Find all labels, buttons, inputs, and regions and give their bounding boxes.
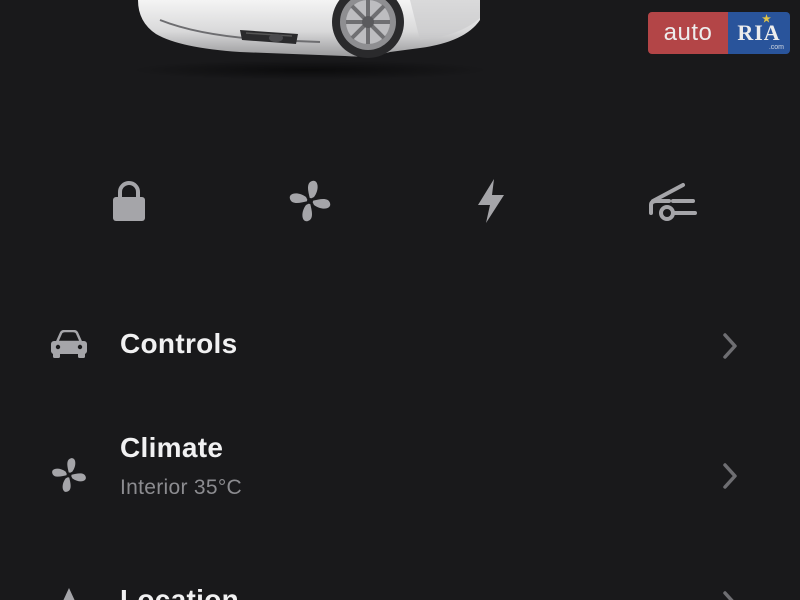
fan-icon — [46, 452, 92, 498]
app-screen: auto ★ RIA .com Controls Climate Interio… — [0, 0, 800, 600]
chevron-right-icon — [716, 458, 744, 494]
quick-actions-bar — [0, 168, 800, 234]
watermark-logo: auto ★ RIA .com — [648, 12, 790, 54]
frunk-icon — [647, 179, 699, 223]
menu-item-location[interactable]: Location — [0, 580, 800, 600]
chevron-right-icon — [716, 586, 744, 600]
menu-subtitle-climate: Interior 35°C — [120, 476, 243, 499]
lock-button[interactable] — [96, 168, 162, 234]
menu-item-controls[interactable]: Controls — [0, 318, 800, 378]
menu-title-location: Location — [120, 584, 240, 600]
lock-icon — [109, 179, 149, 223]
lightning-bolt-icon — [474, 177, 508, 225]
watermark-suffix: .com — [768, 44, 784, 51]
car-icon — [46, 322, 92, 368]
car-image — [120, 0, 500, 80]
watermark-star-icon: ★ — [762, 14, 772, 25]
navigation-arrow-icon — [46, 582, 92, 600]
frunk-button[interactable] — [640, 168, 706, 234]
menu-item-climate[interactable]: Climate Interior 35°C — [0, 428, 800, 518]
menu-title-climate: Climate — [120, 432, 224, 463]
climate-fan-button[interactable] — [277, 168, 343, 234]
watermark-right-block: ★ RIA .com — [728, 12, 790, 54]
watermark-right-text: RIA — [737, 20, 781, 45]
menu-title-controls: Controls — [120, 328, 238, 359]
charging-button[interactable] — [458, 168, 524, 234]
chevron-right-icon — [716, 328, 744, 364]
fan-icon — [286, 177, 334, 225]
watermark-left-text: auto — [648, 12, 728, 54]
